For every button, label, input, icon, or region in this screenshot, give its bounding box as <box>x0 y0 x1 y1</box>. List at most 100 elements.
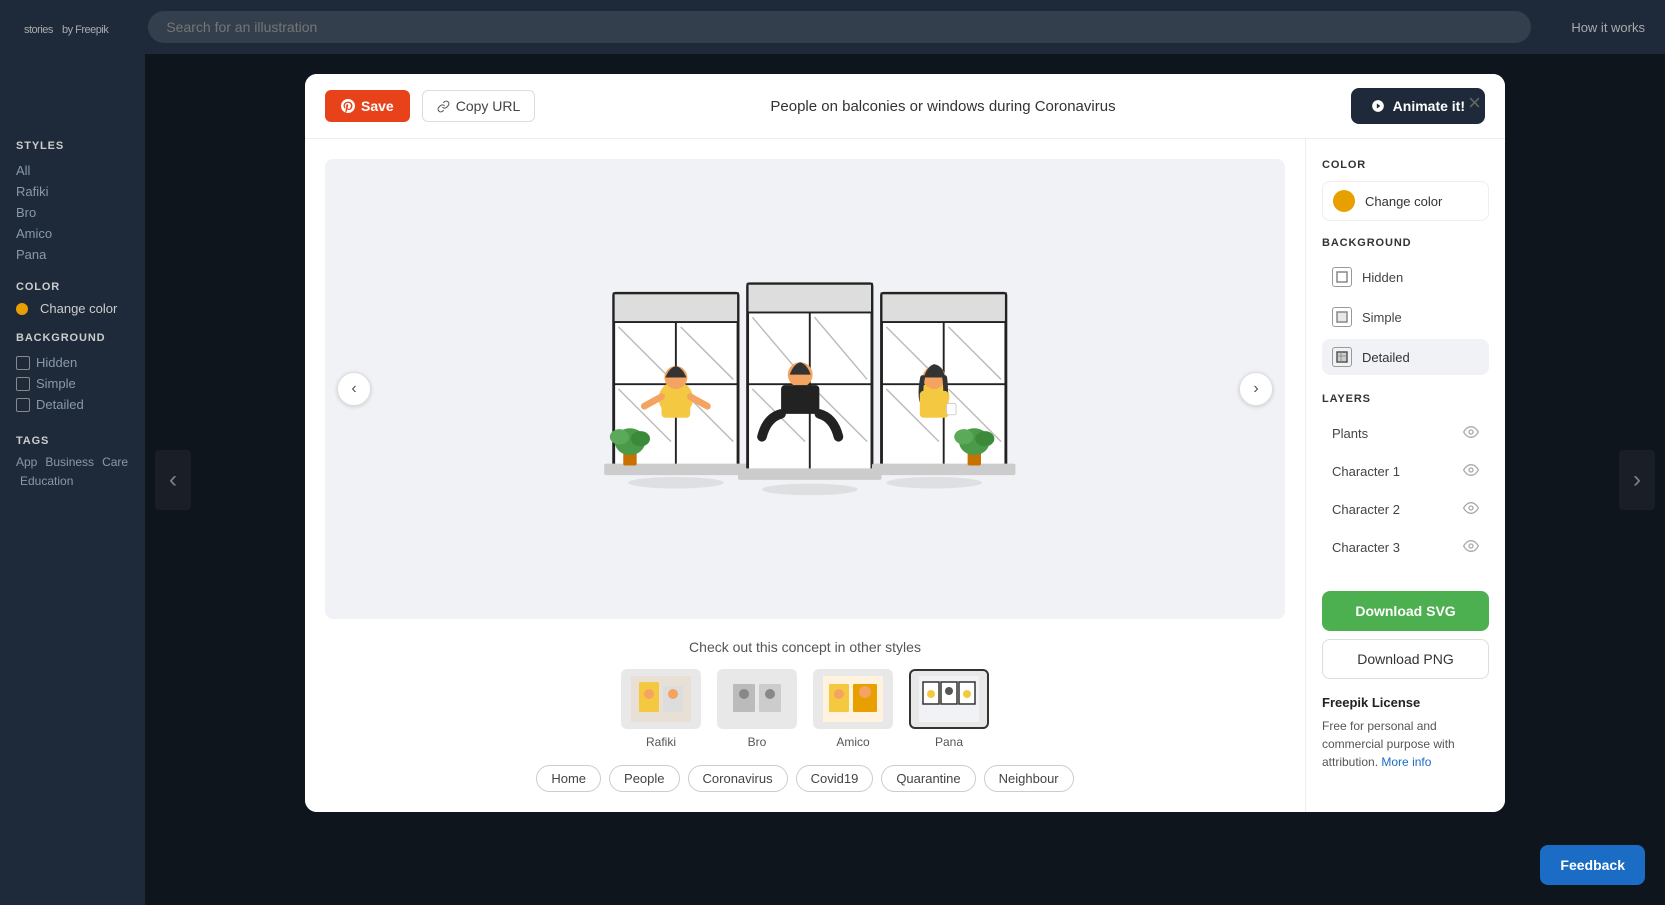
bg-option-simple[interactable]: Simple <box>1322 299 1489 335</box>
color-section-title: COLOR <box>16 281 129 293</box>
eye-icon-character2[interactable] <box>1463 501 1479 517</box>
eye-icon-plants[interactable] <box>1463 425 1479 441</box>
save-button[interactable]: Save <box>325 90 410 122</box>
sidebar-bg-hidden[interactable]: Hidden <box>16 352 129 373</box>
bro-preview <box>727 676 787 722</box>
style-thumbnails: Rafiki <box>325 669 1285 749</box>
sidebar-bg-detailed-label: Detailed <box>36 397 84 412</box>
eye-icon-character1[interactable] <box>1463 463 1479 479</box>
layers-panel-title: LAYERS <box>1322 393 1489 405</box>
sidebar-item-amico[interactable]: Amico <box>16 223 129 244</box>
color-label: Change color <box>1365 194 1442 209</box>
bg-hidden-icon <box>1332 267 1352 287</box>
tag-app[interactable]: App <box>16 455 37 470</box>
illustration-prev-btn[interactable]: ‹ <box>337 372 371 406</box>
styles-section-title: STYLES <box>16 140 129 152</box>
tags-list: App Business Care Education <box>16 455 129 488</box>
illustration-next-btn[interactable]: › <box>1239 372 1273 406</box>
tags-row: Home People Coronavirus Covid19 Quaranti… <box>325 765 1285 792</box>
background-panel-title: BACKGROUND <box>1322 237 1489 249</box>
rafiki-thumb-img <box>621 669 701 729</box>
hidden-bg-svg <box>1336 271 1348 283</box>
layer-character3: Character 3 <box>1322 529 1489 565</box>
sidebar-item-rafiki[interactable]: Rafiki <box>16 181 129 202</box>
rafiki-label: Rafiki <box>646 735 676 749</box>
eye-svg-char3 <box>1463 540 1479 552</box>
sidebar-change-color[interactable]: Change color <box>16 301 129 316</box>
change-color-btn[interactable]: Change color <box>1322 181 1489 221</box>
tag-neighbour[interactable]: Neighbour <box>984 765 1074 792</box>
bro-label: Bro <box>748 735 767 749</box>
illustration-svg <box>585 219 1025 559</box>
bg-option-detailed[interactable]: Detailed <box>1322 339 1489 375</box>
color-dot <box>16 303 28 315</box>
eye-icon-character3[interactable] <box>1463 539 1479 555</box>
bg-simple-icon <box>1332 307 1352 327</box>
close-button[interactable]: × <box>1460 86 1489 120</box>
illustration-container: ‹ <box>325 159 1285 619</box>
tag-people[interactable]: People <box>609 765 679 792</box>
illustration-area: ‹ <box>305 139 1305 812</box>
modal-body: ‹ <box>305 139 1505 812</box>
modal-title: People on balconies or windows during Co… <box>535 98 1350 115</box>
license-section: Freepik License Free for personal and co… <box>1322 693 1489 771</box>
tag-quarantine[interactable]: Quarantine <box>881 765 975 792</box>
modal-overlay: Save Copy URL People on balconies or win… <box>145 54 1665 905</box>
feedback-button[interactable]: Feedback <box>1540 845 1645 885</box>
bg-detailed-icon <box>1332 347 1352 367</box>
sidebar-item-bro[interactable]: Bro <box>16 202 129 223</box>
main-content: ‹ › Save Copy URL <box>145 54 1665 905</box>
bro-thumb-img <box>717 669 797 729</box>
bg-detailed-label: Detailed <box>1362 350 1410 365</box>
modal-header: Save Copy URL People on balconies or win… <box>305 74 1505 139</box>
license-title: Freepik License <box>1322 693 1489 713</box>
eye-svg-char1 <box>1463 464 1479 476</box>
search-input[interactable] <box>148 11 1531 43</box>
bg-simple-icon <box>16 377 30 391</box>
layer-plants-label: Plants <box>1332 426 1368 441</box>
more-info-link[interactable]: More info <box>1381 755 1431 769</box>
link-icon <box>437 100 450 113</box>
sidebar-bg-detailed[interactable]: Detailed <box>16 394 129 415</box>
top-navigation: stories by Freepik How it works <box>0 0 1665 54</box>
sidebar-bg-simple[interactable]: Simple <box>16 373 129 394</box>
layer-character1-label: Character 1 <box>1332 464 1400 479</box>
sidebar-bg-hidden-label: Hidden <box>36 355 77 370</box>
layer-character2-label: Character 2 <box>1332 502 1400 517</box>
style-thumb-amico[interactable]: Amico <box>813 669 893 749</box>
pinterest-icon <box>341 99 355 113</box>
concept-title: Check out this concept in other styles <box>325 639 1285 655</box>
style-thumb-pana[interactable]: Pana <box>909 669 989 749</box>
tag-home[interactable]: Home <box>536 765 601 792</box>
sidebar-bg-simple-label: Simple <box>36 376 76 391</box>
sidebar: STYLES All Rafiki Bro Amico Pana COLOR C… <box>0 54 145 905</box>
download-png-button[interactable]: Download PNG <box>1322 639 1489 679</box>
bg-detailed-icon <box>16 398 30 412</box>
sidebar-item-all[interactable]: All <box>16 160 129 181</box>
bg-option-hidden[interactable]: Hidden <box>1322 259 1489 295</box>
bg-hidden-icon <box>16 356 30 370</box>
tag-business[interactable]: Business <box>45 455 94 470</box>
tag-covid19[interactable]: Covid19 <box>796 765 874 792</box>
rafiki-preview <box>631 676 691 722</box>
style-thumb-bro[interactable]: Bro <box>717 669 797 749</box>
simple-bg-svg <box>1336 311 1348 323</box>
sidebar-color-label: Change color <box>40 301 117 316</box>
copy-url-button[interactable]: Copy URL <box>422 90 536 122</box>
tag-education[interactable]: Education <box>20 474 73 488</box>
app-logo: stories by Freepik <box>20 16 108 39</box>
style-thumb-rafiki[interactable]: Rafiki <box>621 669 701 749</box>
amico-thumb-img <box>813 669 893 729</box>
pana-label: Pana <box>935 735 963 749</box>
tag-coronavirus[interactable]: Coronavirus <box>688 765 788 792</box>
sidebar-item-pana[interactable]: Pana <box>16 244 129 265</box>
download-svg-button[interactable]: Download SVG <box>1322 591 1489 631</box>
how-it-works-link[interactable]: How it works <box>1571 20 1645 35</box>
eye-svg-char2 <box>1463 502 1479 514</box>
tag-care[interactable]: Care <box>102 455 128 470</box>
color-panel-title: COLOR <box>1322 159 1489 171</box>
layer-plants: Plants <box>1322 415 1489 451</box>
bg-hidden-label: Hidden <box>1362 270 1403 285</box>
animate-icon <box>1371 99 1385 113</box>
amico-preview <box>823 676 883 722</box>
